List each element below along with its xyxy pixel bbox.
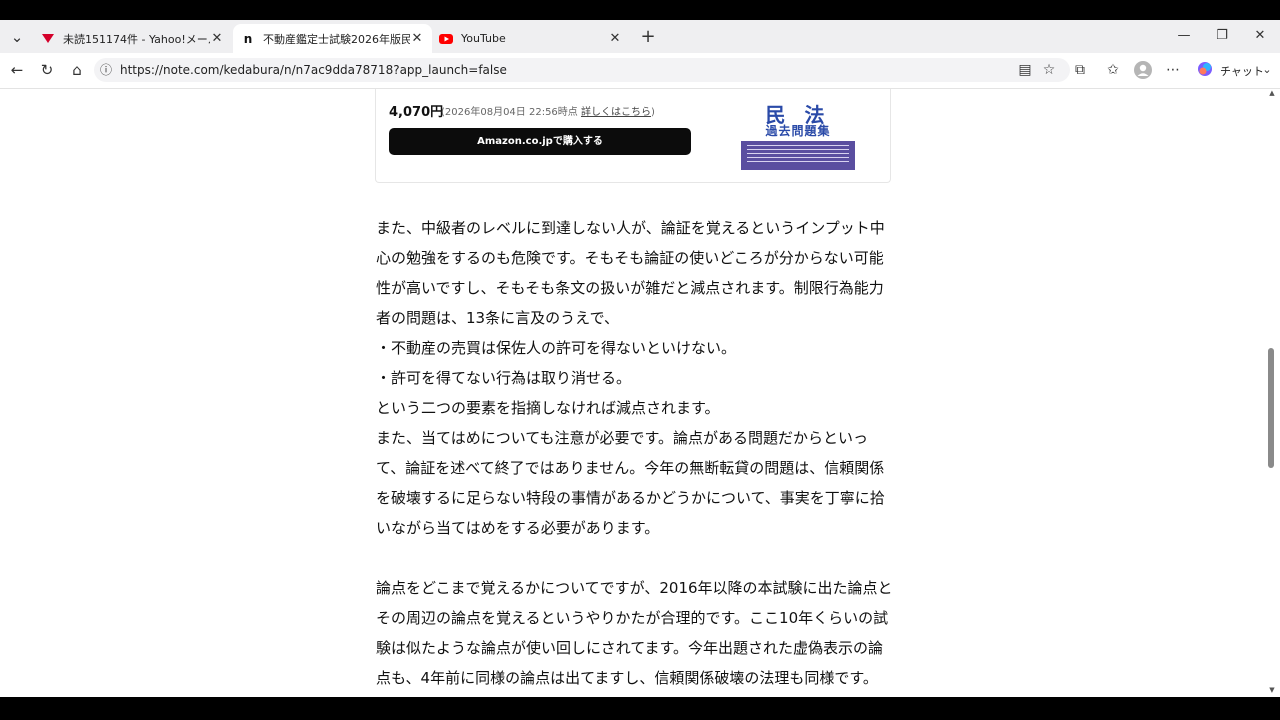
yahoo-mail-icon xyxy=(41,32,55,46)
article-line: を破壊するに足らない特段の事情があるかどうかについて、事実を丁寧に拾 xyxy=(376,489,885,507)
price-note-date: (2026年08月04日 22:56時点 xyxy=(441,107,581,118)
buy-on-amazon-button[interactable]: Amazon.co.jpで購入する xyxy=(389,128,691,155)
tab-title: YouTube xyxy=(461,32,506,45)
price-note: (2026年08月04日 22:56時点 詳しくはこちら) xyxy=(441,103,655,118)
new-tab-plus-icon[interactable]: + xyxy=(638,28,658,46)
tab-yahoo-mail[interactable]: 未読151174件 - Yahoo!メール ✕ xyxy=(33,24,232,53)
article-line: ・許可を得てない行為は取り消せる。 xyxy=(376,369,632,387)
scroll-down-arrow-icon[interactable]: ▼ xyxy=(1266,686,1278,694)
favorites-list-icon[interactable]: ✩ xyxy=(1104,61,1122,79)
book-title-sub: 過去問題集 xyxy=(765,124,831,138)
article-line: 験は似たような論点が使い回しにされてます。今年出題された虚偽表示の論 xyxy=(376,639,884,657)
close-tab-icon[interactable]: ✕ xyxy=(410,31,424,46)
article-line: という二つの要素を指摘しなければ減点されます。 xyxy=(376,399,720,417)
tab-list-chevron-icon[interactable]: ⌄ xyxy=(7,28,27,46)
extensions-icon[interactable]: ⧉ xyxy=(1071,61,1089,79)
article-line: また、当てはめについても注意が必要です。論点がある問題だからといっ xyxy=(376,429,869,447)
article-line: その周辺の論点を覚えるというやりかたが合理的です。ここ10年くらいの試 xyxy=(376,609,889,627)
article-line: また、中級者のレベルに到達しない人が、論証を覚えるというインプット中 xyxy=(376,219,885,237)
book-cover-image[interactable]: 民 法 過去問題集 xyxy=(741,89,855,170)
back-arrow-icon[interactable]: ← xyxy=(7,61,27,79)
scroll-up-arrow-icon[interactable]: ▲ xyxy=(1266,89,1278,97)
price-details-link[interactable]: 詳しくはこちら xyxy=(581,107,651,118)
window-close-icon[interactable]: ✕ xyxy=(1250,28,1270,44)
tab-note-article[interactable]: n 不動産鑑定士試験2026年版民法の ✕ xyxy=(233,24,432,53)
restore-icon[interactable]: ❐ xyxy=(1212,28,1232,44)
tab-youtube[interactable]: YouTube ✕ xyxy=(431,24,630,53)
price-note-close: ) xyxy=(650,107,655,118)
tab-title: 不動産鑑定士試験2026年版民法の xyxy=(263,32,410,46)
note-icon: n xyxy=(243,31,253,46)
article-line: 論点をどこまで覚えるかについてですが、2016年以降の本試験に出た論点と xyxy=(376,579,893,597)
reload-icon[interactable]: ↻ xyxy=(37,61,57,79)
url-text[interactable]: https://note.com/kedabura/n/n7ac9dda7871… xyxy=(120,63,507,77)
article-line: て、論証を述べて終了ではありません。今年の無断転貸の問題は、信頼関係 xyxy=(376,459,885,477)
tab-title: 未読151174件 - Yahoo!メール xyxy=(63,32,210,46)
scrollbar-thumb[interactable] xyxy=(1268,348,1274,468)
profile-avatar-icon[interactable] xyxy=(1134,61,1152,79)
article-line: 性が高いですし、そもそも条文の扱いが雑だと減点されます。制限行為能力 xyxy=(376,279,884,297)
article-line: 点も、4年前に同様の論点は出てますし、信頼関係破壊の法理も同様です。 xyxy=(376,669,878,687)
youtube-icon xyxy=(439,32,453,46)
article-line: いながら当てはめをする必要があります。 xyxy=(376,519,660,537)
article-line: ・不動産の売買は保佐人の許可を得ないといけない。 xyxy=(376,339,737,357)
copilot-icon[interactable] xyxy=(1196,61,1214,79)
product-price: 4,070円 xyxy=(389,105,444,120)
site-info-icon[interactable]: ⓘ xyxy=(97,61,115,79)
favorite-star-icon[interactable]: ☆ xyxy=(1040,61,1058,79)
home-icon[interactable]: ⌂ xyxy=(67,61,87,79)
top-black-bar xyxy=(0,0,1280,20)
article-line: 者の問題は、13条に言及のうえで、 xyxy=(376,309,620,327)
article-line: 心の勉強をするのも危険です。そもそも論証の使いどころが分からない可能 xyxy=(376,249,884,267)
chevron-down-icon[interactable]: ⌄ xyxy=(1258,61,1276,79)
more-options-icon[interactable]: ⋯ xyxy=(1164,61,1182,79)
reader-view-icon[interactable]: ▤ xyxy=(1016,61,1034,79)
bottom-black-bar xyxy=(0,697,1280,720)
close-tab-icon[interactable]: ✕ xyxy=(608,31,622,46)
minimize-icon[interactable]: — xyxy=(1174,28,1194,44)
close-tab-icon[interactable]: ✕ xyxy=(210,31,224,46)
